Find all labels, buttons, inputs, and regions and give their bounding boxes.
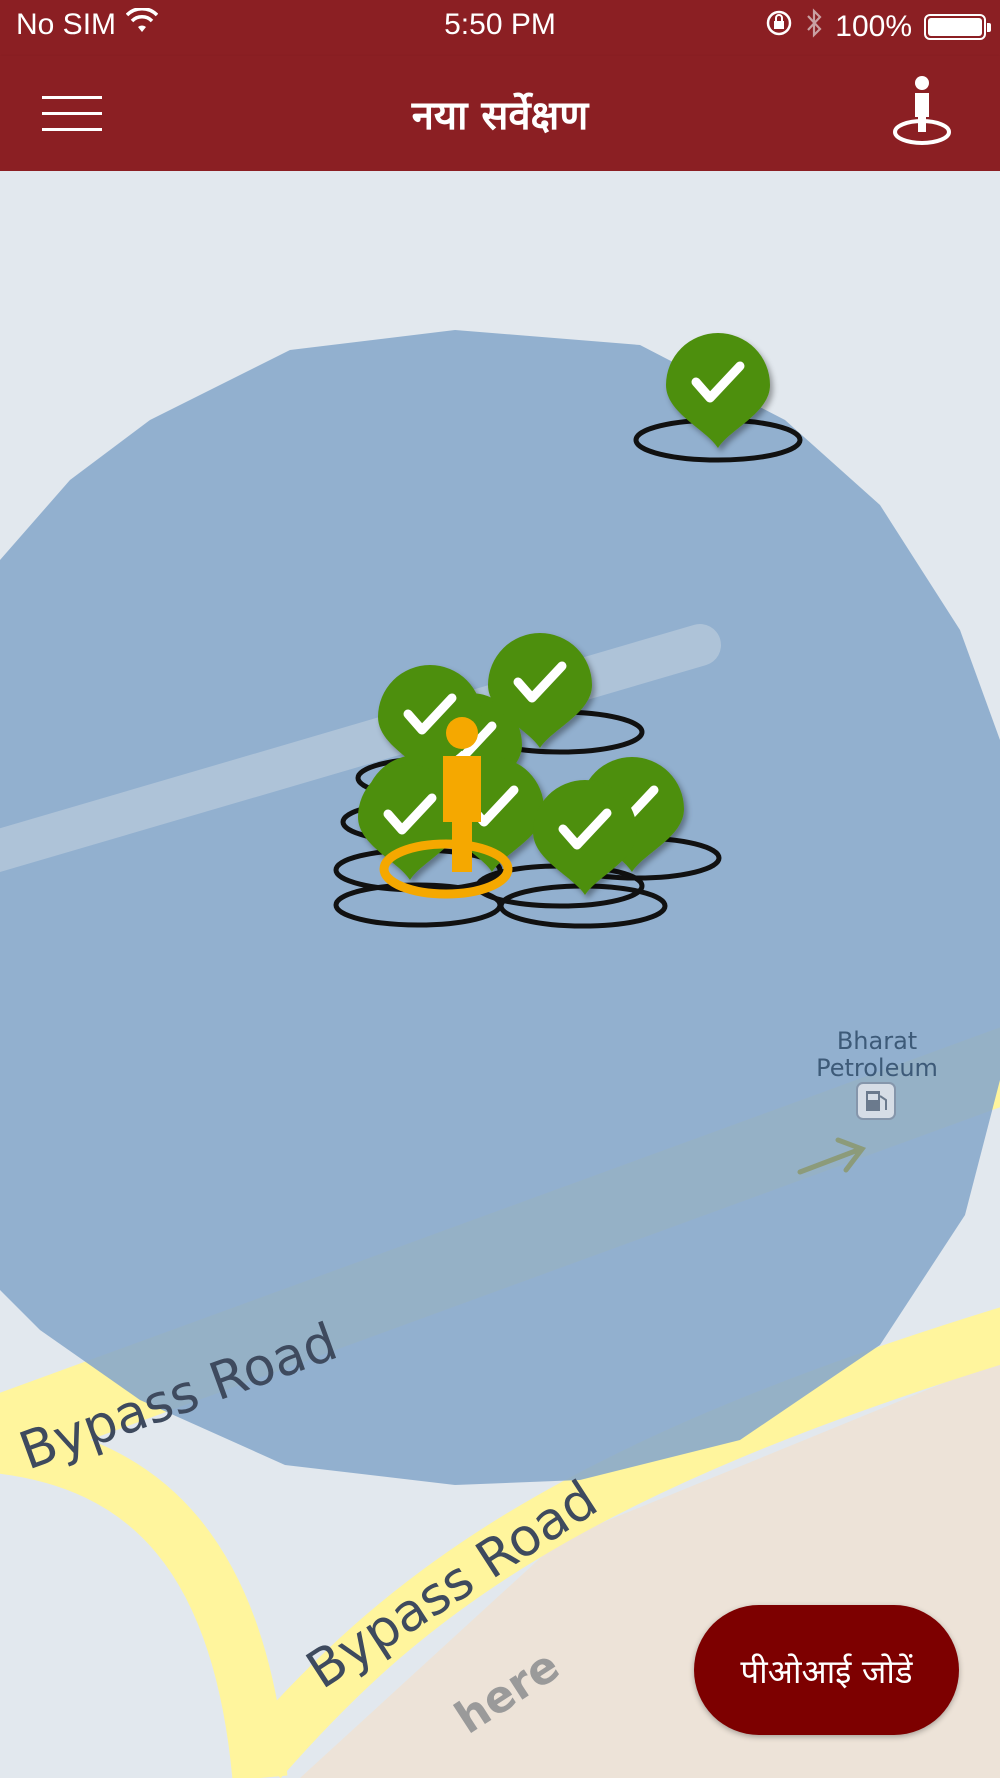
battery-icon <box>924 14 991 40</box>
rotation-lock-icon <box>765 9 793 45</box>
map-view[interactable]: Bypass Road Bypass Road Bharat Petroleum <box>0 171 1000 1778</box>
nav-bar: नया सर्वेक्षण <box>0 56 1000 171</box>
status-right: 100% <box>765 8 991 46</box>
person-location-icon[interactable] <box>890 74 954 146</box>
bluetooth-icon <box>805 8 823 46</box>
add-poi-button[interactable]: पीओआई जोडें <box>694 1605 959 1735</box>
battery-percent: 100% <box>835 10 912 43</box>
status-bar: No SIM 5:50 PM 100% <box>0 0 1000 56</box>
poi-name-line1: Bharat <box>837 1027 917 1055</box>
page-title: नया सर्वेक्षण <box>411 93 589 139</box>
battery-fill <box>928 18 982 36</box>
poi-name-line2: Petroleum <box>816 1054 938 1082</box>
fuel-pump-icon[interactable] <box>856 1082 896 1120</box>
